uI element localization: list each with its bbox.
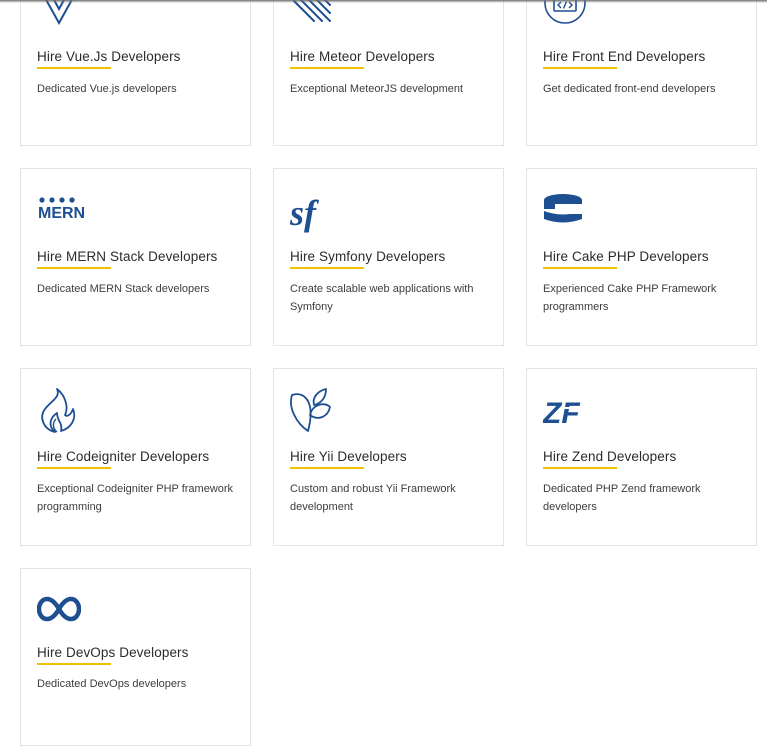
card-cakephp[interactable]: Hire Cake PHP Developers Experienced Cak… (526, 168, 757, 346)
card-description: Exceptional Codeigniter PHP framework pr… (37, 483, 234, 513)
card-title[interactable]: Hire DevOps Developers (37, 645, 189, 660)
card-zend[interactable]: ZF Hire Zend Developers Dedicated PHP Ze… (526, 368, 757, 546)
card-description: Dedicated DevOps developers (37, 678, 187, 690)
card-title[interactable]: Hire Meteor Developers (290, 49, 435, 64)
card-meteor[interactable]: Hire Meteor Developers Exceptional Meteo… (273, 0, 504, 146)
title-underline (37, 267, 111, 269)
title-underline (290, 267, 364, 269)
card-description: Exceptional MeteorJS development (290, 83, 464, 95)
card-codeigniter[interactable]: Hire Codeigniter Developers Exceptional … (20, 368, 251, 546)
card-yii[interactable]: Hire Yii Developers Custom and robust Yi… (273, 368, 504, 546)
card-description: Get dedicated front-end developers (543, 83, 716, 95)
zend-icon: ZF (543, 391, 597, 435)
card-description: Dedicated MERN Stack developers (37, 283, 210, 295)
card-title[interactable]: Hire Zend Developers (543, 449, 676, 464)
title-underline (37, 67, 111, 69)
zend-icon-text: ZF (543, 397, 580, 430)
title-underline (290, 67, 364, 69)
title-underline (37, 663, 111, 665)
title-underline (543, 467, 617, 469)
symfony-icon: sf (290, 191, 334, 235)
card-symfony[interactable]: sf Hire Symfony Developers Create scalab… (273, 168, 504, 346)
yii-leaf-icon (290, 387, 334, 432)
card-description: Create scalable web applications with Sy… (290, 283, 474, 313)
title-underline (543, 67, 617, 69)
symfony-icon-text: sf (290, 193, 319, 233)
top-shadow (0, 0, 767, 3)
vuejs-icon (37, 0, 81, 25)
card-title[interactable]: Hire Cake PHP Developers (543, 249, 709, 264)
card-title[interactable]: Hire Symfony Developers (290, 249, 445, 264)
card-description: Dedicated Vue.js developers (37, 83, 177, 95)
mern-icon: MERN (37, 191, 85, 235)
card-devops[interactable]: Hire DevOps Developers Dedicated DevOps … (20, 568, 251, 746)
title-underline (543, 267, 617, 269)
card-title[interactable]: Hire Codeigniter Developers (37, 449, 209, 464)
infinity-devops-icon (37, 595, 81, 639)
title-underline (290, 467, 364, 469)
card-mern[interactable]: MERN Hire MERN Stack Developers Dedicate… (20, 168, 251, 346)
card-description: Dedicated PHP Zend framework developers (543, 483, 701, 513)
card-title[interactable]: Hire Yii Developers (290, 449, 407, 464)
mern-icon-text: MERN (38, 205, 85, 222)
card-description: Experienced Cake PHP Framework programme… (543, 283, 717, 313)
card-title[interactable]: Hire Front End Developers (543, 49, 705, 64)
code-browser-icon (543, 0, 587, 25)
codeigniter-flame-icon (37, 387, 81, 433)
card-title[interactable]: Hire MERN Stack Developers (37, 249, 217, 264)
meteor-icon (290, 0, 334, 25)
title-underline (37, 467, 111, 469)
card-description: Custom and robust Yii Framework developm… (290, 483, 456, 513)
card-title[interactable]: Hire Vue.Js Developers (37, 49, 181, 64)
card-frontend[interactable]: Hire Front End Developers Get dedicated … (526, 0, 757, 146)
card-vuejs[interactable]: Hire Vue.Js Developers Dedicated Vue.js … (20, 0, 251, 146)
cakephp-icon (543, 191, 587, 235)
